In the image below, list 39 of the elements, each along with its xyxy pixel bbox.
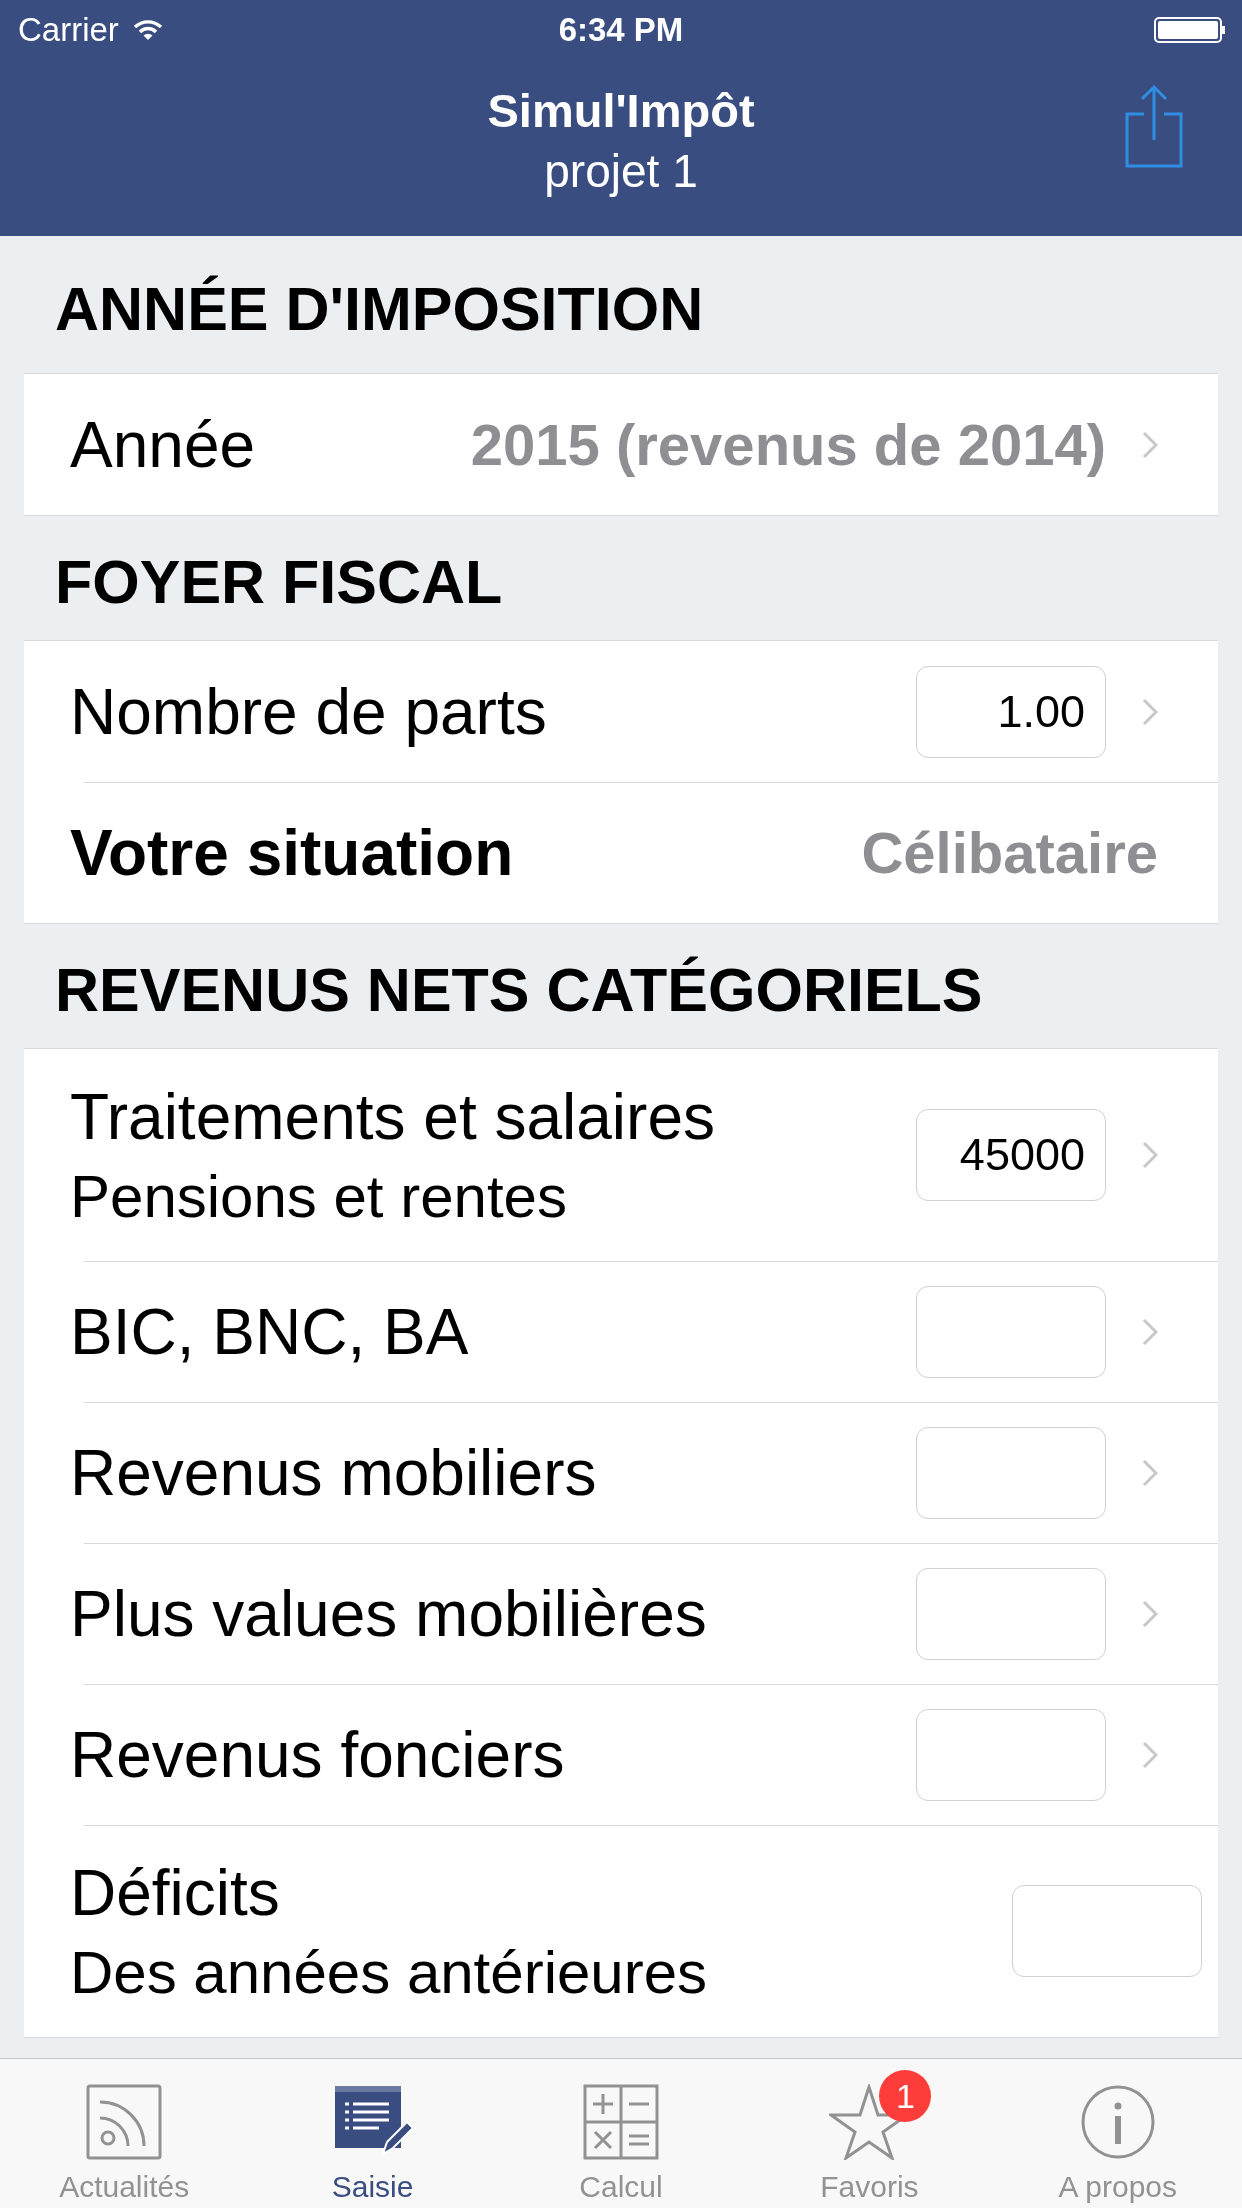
- tab[interactable]: Actualités: [0, 2059, 249, 2208]
- section-header: REVENUS NETS CATÉGORIELS: [55, 955, 983, 1025]
- row-label: Revenus mobiliers: [70, 1435, 598, 1510]
- input-field[interactable]: [916, 1285, 1106, 1378]
- input-field[interactable]: [916, 1567, 1106, 1660]
- share-icon[interactable]: [1124, 84, 1184, 168]
- row-label: BIC, BNC, BA: [70, 1294, 470, 1369]
- tab[interactable]: Saisie: [248, 2059, 497, 2208]
- row-label: Déficits: [70, 1855, 281, 1930]
- row-sublabel: Pensions et rentes: [70, 1161, 568, 1231]
- feed-icon: [86, 2084, 163, 2160]
- tab[interactable]: 1 Favoris: [745, 2059, 994, 2208]
- status-time: 6:34 PM: [558, 11, 684, 49]
- section-header: FOYER FISCAL: [55, 547, 503, 617]
- input-field[interactable]: [916, 1708, 1106, 1801]
- input-field[interactable]: 45000: [916, 1109, 1106, 1201]
- input-field[interactable]: [1012, 1885, 1202, 1977]
- row-sublabel: Des années antérieures: [70, 1937, 709, 2007]
- battery-icon: [1154, 17, 1226, 43]
- row-label: Plus values mobilières: [70, 1576, 708, 1651]
- row-label: Traitements et salaires: [70, 1079, 716, 1154]
- notification-badge: 1: [879, 2070, 932, 2122]
- input-field[interactable]: 1.00: [916, 665, 1106, 758]
- tab[interactable]: Calcul: [496, 2059, 746, 2208]
- wifi-icon: [132, 19, 163, 41]
- tab[interactable]: A propos: [993, 2059, 1242, 2208]
- row-value[interactable]: 2015 (revenus de 2014): [470, 411, 1106, 478]
- row-label: Nombre de parts: [70, 674, 548, 749]
- calculator-icon: [583, 2084, 659, 2160]
- info-icon: [1079, 2084, 1156, 2160]
- row-label: Revenus fonciers: [70, 1717, 566, 1792]
- row-label: Année: [70, 407, 257, 482]
- row-label: Votre situation: [70, 815, 515, 890]
- input-field[interactable]: [916, 1426, 1106, 1519]
- nav-subtitle: projet 1: [544, 143, 698, 198]
- nav-title: Simul'Impôt: [487, 82, 755, 138]
- section-header: ANNÉE D'IMPOSITION: [55, 273, 704, 344]
- carrier-label: Carrier: [18, 11, 119, 49]
- row-value[interactable]: Célibataire: [861, 819, 1158, 886]
